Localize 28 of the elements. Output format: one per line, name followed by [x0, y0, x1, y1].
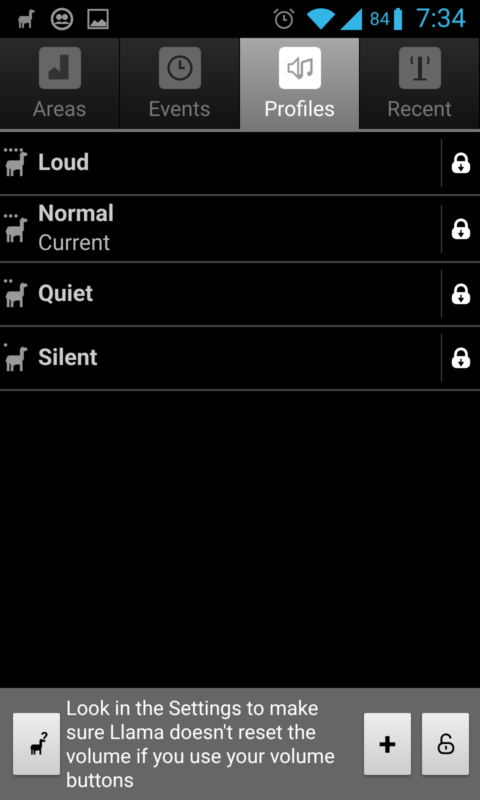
battery-icon — [394, 8, 402, 30]
tab[interactable]: Events — [120, 38, 240, 129]
wifi-icon — [306, 7, 336, 31]
profile-row[interactable]: Normal Current — [0, 196, 480, 263]
signal-icon — [340, 8, 362, 30]
tab[interactable]: Recent — [360, 38, 480, 129]
unlock-button[interactable] — [422, 713, 469, 775]
clock-time: 7:34 — [416, 2, 466, 36]
profile-row[interactable]: Loud — [0, 132, 480, 196]
image-icon — [86, 8, 110, 30]
help-button[interactable]: ? — [13, 713, 60, 775]
profile-name: Silent — [38, 343, 98, 373]
alarm-clock-icon — [272, 7, 296, 31]
profile-name: Quiet — [38, 279, 94, 309]
tab[interactable]: Areas — [0, 38, 120, 129]
add-button[interactable]: + — [364, 713, 411, 775]
lock-icon — [450, 347, 472, 369]
profile-name: Normal — [38, 198, 115, 228]
profile-row[interactable]: Silent — [0, 327, 480, 391]
tab[interactable]: Profiles — [240, 38, 360, 129]
lock-icon — [450, 218, 472, 240]
tip-message: Look in the Settings to make sure Llama doesn't reset the volume if you use your volume buttons — [66, 696, 336, 792]
lock-icon — [450, 152, 472, 174]
lock-icon — [450, 283, 472, 305]
profile-row[interactable]: Quiet — [0, 263, 480, 327]
profile-name: Loud — [38, 148, 90, 178]
battery-percent: 84 — [370, 8, 390, 32]
profile-status: Current — [38, 230, 112, 258]
